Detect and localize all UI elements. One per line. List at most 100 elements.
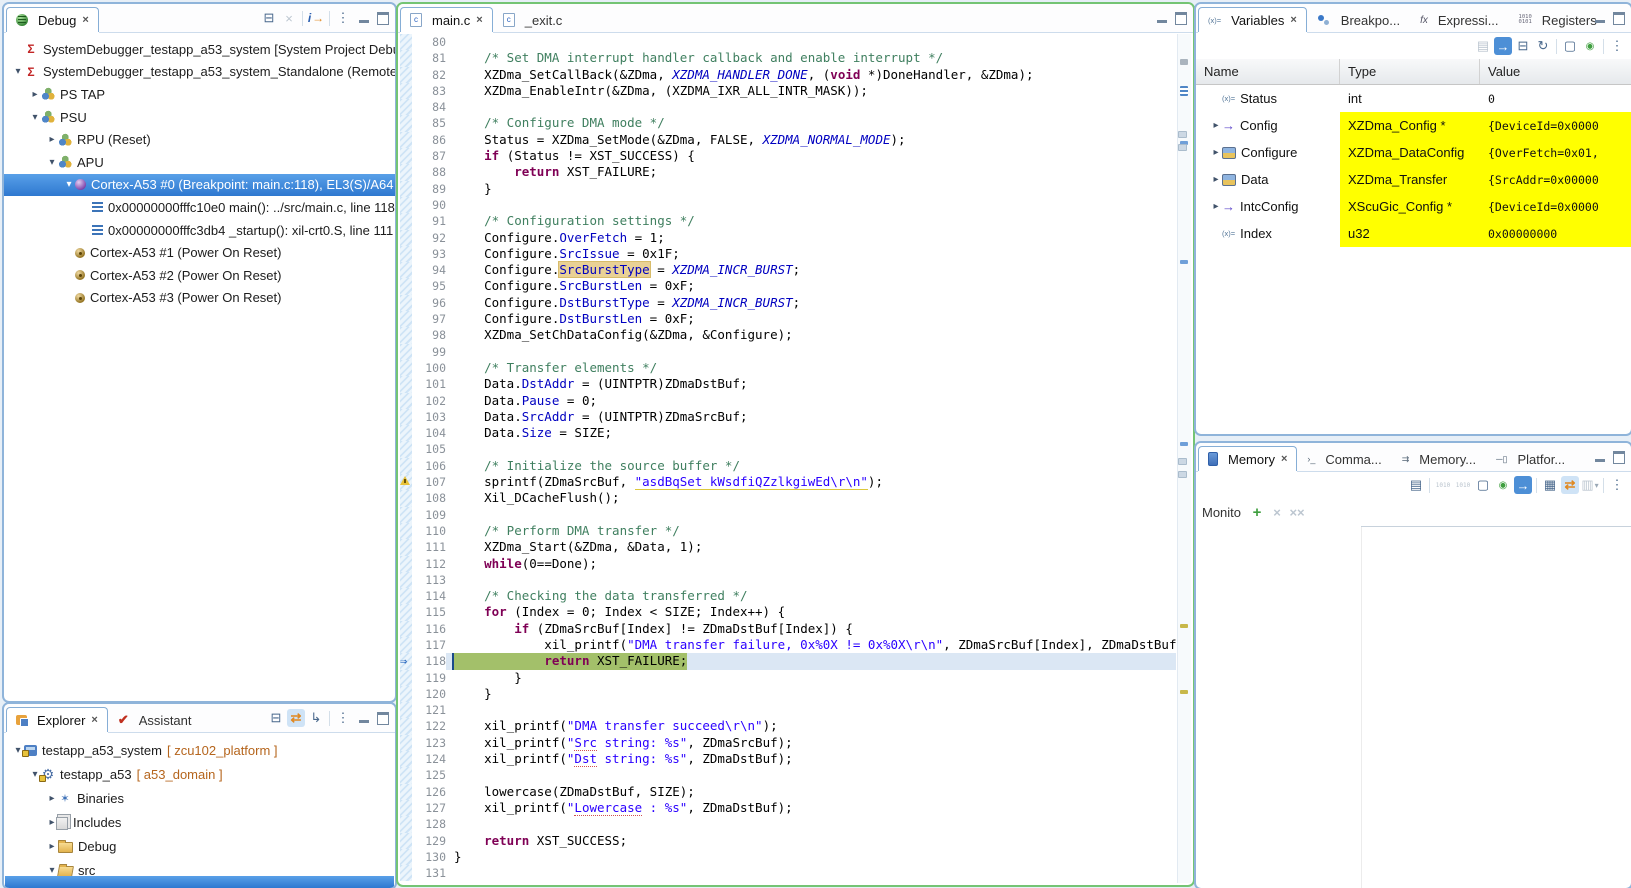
tree-item-systemdebugger_testapp_a53_system[interactable]: ΣSystemDebugger_testapp_a53_system [Syst…	[4, 38, 395, 61]
tab-variables[interactable]: (x)=Variables×	[1198, 7, 1307, 32]
tree-item-cortex-a53[interactable]: Cortex-A53 #2 (Power On Reset)	[4, 264, 395, 287]
code-line-82[interactable]: 82 XZDma_SetCallBack(&ZDma, XZDMA_HANDLE…	[400, 67, 1176, 83]
code-line-128[interactable]: 128	[400, 816, 1176, 832]
close-icon[interactable]: ×	[91, 714, 97, 726]
select-focused-icon[interactable]: ↳	[307, 709, 325, 727]
tab-main-c[interactable]: cmain.c×	[400, 7, 493, 32]
code-line-88[interactable]: 88 return XST_FAILURE;	[400, 164, 1176, 180]
view-menu-icon[interactable]: ⋮	[1608, 37, 1626, 55]
view-menu-icon[interactable]: ⋮	[334, 9, 352, 27]
sash-handle[interactable]	[1178, 131, 1187, 138]
tree-item-includes[interactable]: ▸Includes	[4, 810, 395, 834]
maximize-button[interactable]	[375, 711, 391, 725]
link-with-editor-icon[interactable]: ⇄	[287, 709, 305, 727]
code-line-95[interactable]: 95 Configure.SrcBurstLen = 0xF;	[400, 278, 1176, 294]
tab-explorer[interactable]: Explorer×	[6, 707, 108, 732]
collapse-all-icon[interactable]: ⊟	[260, 9, 278, 27]
code-line-96[interactable]: 96 Configure.DstBurstType = XZDMA_INCR_B…	[400, 295, 1176, 311]
code-line-121[interactable]: 121	[400, 702, 1176, 718]
new-memory-view-icon[interactable]: ▢	[1474, 476, 1492, 494]
chevron-right-icon[interactable]: ▸	[46, 793, 58, 804]
minimize-button[interactable]	[356, 11, 372, 25]
pin-view-icon[interactable]: ◉	[1581, 37, 1599, 55]
tab-memory-[interactable]: ⇉Memory...	[1392, 446, 1486, 471]
chevron-right-icon[interactable]: ▸	[29, 89, 41, 100]
code-line-81[interactable]: 81 /* Set DMA interrupt handler callback…	[400, 50, 1176, 66]
variable-row-configure[interactable]: ▸ConfigureXZDma_DataConfig{OverFetch=0x0…	[1196, 139, 1631, 166]
overview-ruler-mark[interactable]	[1180, 86, 1188, 96]
chevron-right-icon[interactable]: ▸	[1210, 120, 1222, 131]
minimize-button[interactable]	[1592, 450, 1608, 464]
column-header-value[interactable]: Value	[1480, 59, 1631, 84]
sash-handle[interactable]	[1178, 144, 1187, 151]
code-line-87[interactable]: 87 if (Status != XST_SUCCESS) {	[400, 148, 1176, 164]
tree-item-cortex-a53[interactable]: Cortex-A53 #3 (Power On Reset)	[4, 287, 395, 310]
tree-item-cortex-a53[interactable]: ▾Cortex-A53 #0 (Breakpoint: main.c:118),…	[4, 174, 395, 197]
maximize-button[interactable]	[1173, 11, 1189, 25]
code-line-83[interactable]: 83 XZDma_EnableIntr(&ZDma, (XZDMA_IXR_AL…	[400, 83, 1176, 99]
code-line-91[interactable]: 91 /* Configuration settings */	[400, 213, 1176, 229]
code-line-103[interactable]: 103 Data.SrcAddr = (UINTPTR)ZDmaSrcBuf;	[400, 409, 1176, 425]
tree-item-psu[interactable]: ▾PSU	[4, 106, 395, 129]
new-view-icon[interactable]: ▢	[1561, 37, 1579, 55]
view-menu-icon[interactable]: ⋮	[1608, 476, 1626, 494]
tree-item-systemdebugger_testapp_a53_system_standalone[interactable]: ▾ΣSystemDebugger_testapp_a53_system_Stan…	[4, 61, 395, 84]
variable-row-intcconfig[interactable]: ▸→IntcConfigXScuGic_Config *{DeviceId=0x…	[1196, 193, 1631, 220]
variable-row-status[interactable]: (x)=Statusint0	[1196, 85, 1631, 112]
show-logical-structure-icon[interactable]: →	[1494, 37, 1512, 55]
chevron-down-icon[interactable]: ▾	[12, 66, 24, 77]
chevron-down-icon[interactable]: ▾	[63, 179, 75, 190]
refresh-variables-icon[interactable]: ↻	[1534, 37, 1552, 55]
code-line-98[interactable]: 98 XZDma_SetChDataConfig(&ZDma, &Configu…	[400, 327, 1176, 343]
variable-row-index[interactable]: (x)=Indexu320x00000000	[1196, 220, 1631, 247]
tree-item-apu[interactable]: ▾APU	[4, 151, 395, 174]
code-line-93[interactable]: 93 Configure.SrcIssue = 0x1F;	[400, 246, 1176, 262]
tab-comma-[interactable]: ›_Comma...	[1297, 446, 1391, 471]
code-line-127[interactable]: 127 xil_printf("Lowercase : %s", ZDmaDst…	[400, 800, 1176, 816]
show-type-names-icon[interactable]: ▤	[1474, 37, 1492, 55]
minimize-button[interactable]	[356, 711, 372, 725]
code-line-115[interactable]: 115 for (Index = 0; Index < SIZE; Index+…	[400, 604, 1176, 620]
overview-ruler-mark[interactable]	[1180, 690, 1188, 694]
tree-item-testapp_a53_system[interactable]: ▾testapp_a53_system[ zcu102_platform ]	[4, 738, 395, 762]
remove-monitor-icon[interactable]: ×	[1268, 503, 1286, 521]
code-line-126[interactable]: 126 lowercase(ZDmaDstBuf, SIZE);	[400, 784, 1176, 800]
code-line-129[interactable]: 129 return XST_SUCCESS;	[400, 833, 1176, 849]
code-line-80[interactable]: 80	[400, 34, 1176, 50]
code-line-122[interactable]: 122 xil_printf("DMA transfer succeed\r\n…	[400, 718, 1176, 734]
remove-all-terminated-icon[interactable]: ×	[280, 9, 298, 27]
sash-handle[interactable]	[1178, 471, 1187, 478]
code-line-130[interactable]: 130}	[400, 849, 1176, 865]
code-line-105[interactable]: 105	[400, 441, 1176, 457]
tab-assistant[interactable]: ✔Assistant	[108, 707, 202, 732]
column-header-name[interactable]: Name	[1196, 59, 1340, 84]
radix-down-icon[interactable]: 1010	[1434, 476, 1452, 494]
tree-item-cortex-a53[interactable]: Cortex-A53 #1 (Power On Reset)	[4, 241, 395, 264]
table-rendering-icon[interactable]: ▦	[1541, 476, 1559, 494]
code-line-114[interactable]: 114 /* Checking the data transferred */	[400, 588, 1176, 604]
column-header-type[interactable]: Type	[1340, 59, 1480, 84]
code-line-99[interactable]: 99	[400, 344, 1176, 360]
code-line-125[interactable]: 125	[400, 767, 1176, 783]
collapse-all-icon[interactable]: ⊟	[1514, 37, 1532, 55]
chevron-right-icon[interactable]: ▸	[1210, 174, 1222, 185]
overview-ruler-mark[interactable]	[1180, 59, 1188, 65]
code-line-100[interactable]: 100 /* Transfer elements */	[400, 360, 1176, 376]
tab-breakpo-[interactable]: Breakpo...	[1307, 7, 1410, 32]
code-line-118[interactable]: ⇒118 return XST_FAILURE;	[400, 653, 1176, 669]
code-line-102[interactable]: 102 Data.Pause = 0;	[400, 393, 1176, 409]
step-info-icon[interactable]: i→	[307, 9, 325, 27]
chevron-right-icon[interactable]: ▸	[46, 841, 58, 852]
tab-memory[interactable]: Memory×	[1198, 446, 1297, 471]
code-line-92[interactable]: 92 Configure.OverFetch = 1;	[400, 230, 1176, 246]
editor-text-area[interactable]: 8081 /* Set DMA interrupt handler callba…	[400, 34, 1176, 883]
code-line-117[interactable]: 117 xil_printf("DMA transfer failure, 0x…	[400, 637, 1176, 653]
tree-item-ps[interactable]: ▸PS TAP	[4, 83, 395, 106]
export-memory-icon[interactable]: ▤	[1407, 476, 1425, 494]
code-line-119[interactable]: 119 }	[400, 670, 1176, 686]
code-line-110[interactable]: 110 /* Perform DMA transfer */	[400, 523, 1176, 539]
tree-item-0x00000000fffc10e0[interactable]: 0x00000000fffc10e0 main(): ../src/main.c…	[4, 196, 395, 219]
code-line-112[interactable]: 112 while(0==Done);	[400, 556, 1176, 572]
maximize-button[interactable]	[375, 11, 391, 25]
code-line-85[interactable]: 85 /* Configure DMA mode */	[400, 115, 1176, 131]
